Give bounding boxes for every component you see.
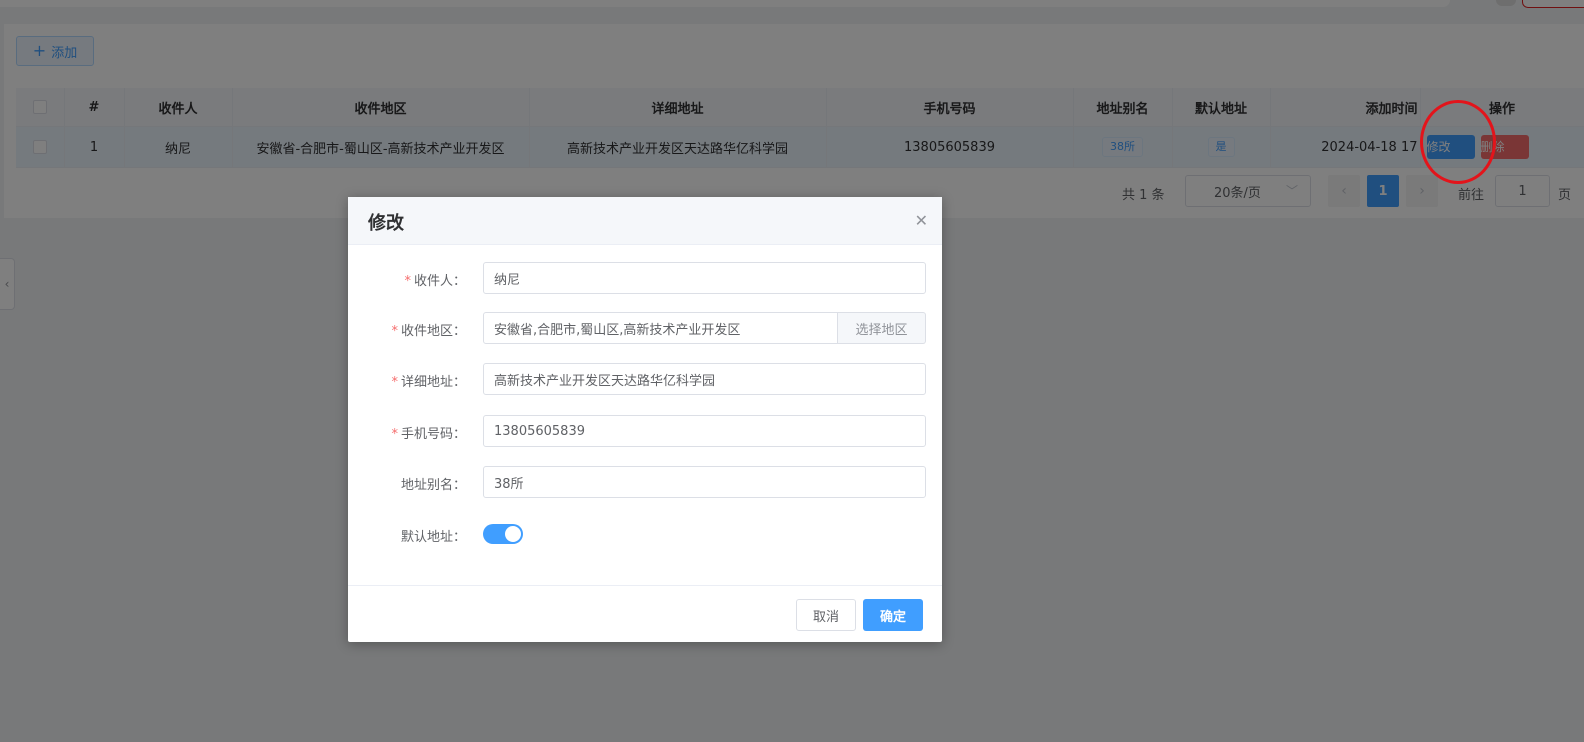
default-label: 默认地址： [400,530,466,545]
region-input[interactable]: 安徽省,合肥市,蜀山区,高新技术产业开发区 [483,312,838,344]
close-icon[interactable]: ✕ [915,211,928,230]
required-asterisk: * [391,324,398,339]
default-address-switch[interactable] [483,524,523,544]
region-label: * 收件地区： [391,324,466,339]
alias-input[interactable]: 38所 [483,466,926,498]
recipient-label: * 收件人： [404,274,466,289]
form-row-default: 默认地址： [348,518,942,550]
confirm-button[interactable]: 确定 [863,599,923,631]
form-row-region: * 收件地区： 安徽省,合肥市,蜀山区,高新技术产业开发区 选择地区 [348,312,942,344]
required-asterisk: * [404,274,411,289]
phone-input[interactable]: 13805605839 [483,415,926,447]
required-asterisk: * [391,427,398,442]
recipient-input[interactable]: 纳尼 [483,262,926,294]
address-label: * 详细地址： [391,375,466,390]
annotation-circle [1420,100,1496,184]
address-input[interactable]: 高新技术产业开发区天达路华亿科学园 [483,363,926,395]
cancel-button[interactable]: 取消 [796,599,856,631]
form-row-address: * 详细地址： 高新技术产业开发区天达路华亿科学园 [348,363,942,395]
select-region-button[interactable]: 选择地区 [838,312,926,344]
edit-address-dialog: 修改 ✕ * 收件人： 纳尼 * 收件地区： 安徽省,合肥市,蜀山区,高新技术产业开… [348,197,942,642]
phone-label: * 手机号码： [391,427,466,442]
alias-label: 地址别名： [400,478,466,493]
dialog-footer: 取消 确定 [348,585,942,643]
form-row-alias: 地址别名： 38所 [348,466,942,498]
form-row-recipient: * 收件人： 纳尼 [348,262,942,294]
dialog-title: 修改 [368,213,404,234]
form-row-phone: * 手机号码： 13805605839 [348,415,942,447]
required-asterisk: * [391,375,398,390]
dialog-header: 修改 ✕ [348,197,942,245]
switch-knob [505,526,521,542]
